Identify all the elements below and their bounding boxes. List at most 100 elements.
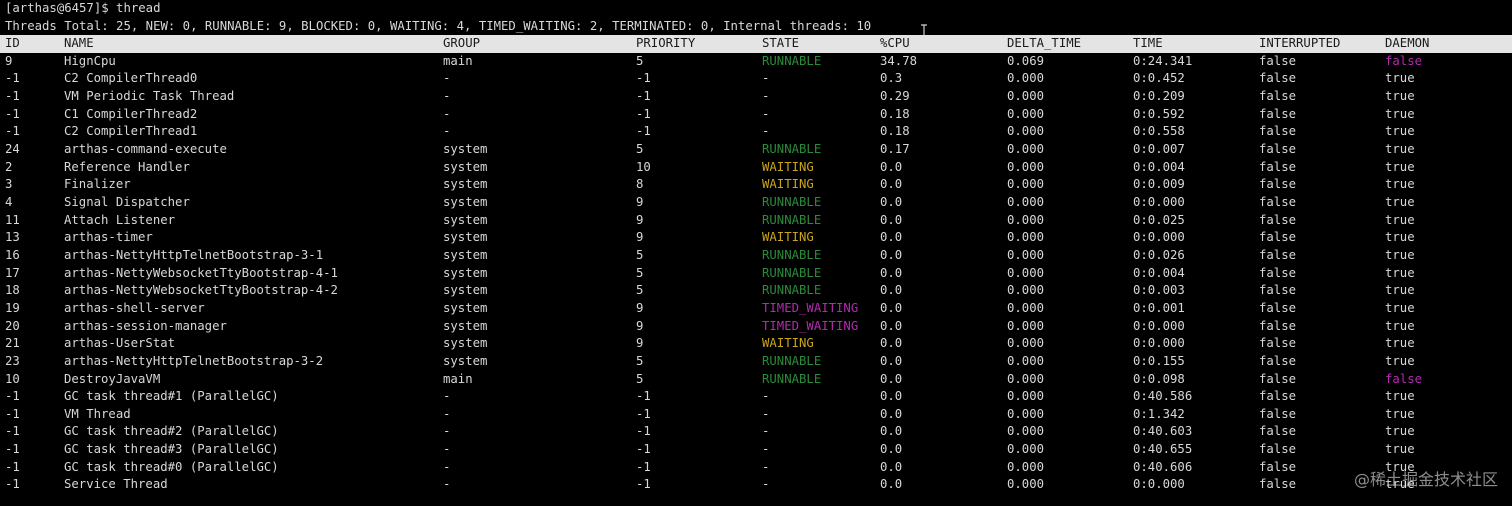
cell-daemon: true bbox=[1385, 389, 1415, 404]
cell-state: - bbox=[762, 389, 770, 404]
column-header-priority: PRIORITY bbox=[636, 36, 696, 51]
cell-delta-time: 0.000 bbox=[1007, 195, 1045, 209]
cell-state: RUNNABLE bbox=[762, 265, 822, 280]
cell-interrupted: false bbox=[1259, 318, 1297, 333]
cell-group: system bbox=[443, 265, 488, 280]
table-row: 20 arthas-session-manager system 9 TIMED_WAI… bbox=[0, 318, 1512, 336]
cell-cpu: 0.0 bbox=[880, 230, 903, 245]
cell-time: 0:0.000 bbox=[1133, 195, 1185, 209]
column-header-group: GROUP bbox=[443, 36, 481, 51]
cell-priority: -1 bbox=[636, 89, 651, 104]
cell-interrupted: false bbox=[1259, 212, 1297, 227]
cell-cpu: 0.0 bbox=[880, 424, 903, 439]
cell-cpu: 0.0 bbox=[880, 336, 903, 351]
cell-priority: 9 bbox=[636, 195, 644, 209]
cell-time: 0:0.558 bbox=[1133, 124, 1185, 139]
cell-cpu: 0.3 bbox=[880, 71, 903, 86]
cell-group: - bbox=[443, 459, 451, 474]
cell-time: 0:0.000 bbox=[1133, 477, 1185, 492]
cell-delta-time: 0.000 bbox=[1007, 212, 1045, 227]
cell-time: 0:0.007 bbox=[1133, 142, 1185, 157]
cell-cpu: 0.0 bbox=[880, 247, 903, 262]
cell-id: 21 bbox=[5, 336, 20, 351]
cell-state: - bbox=[762, 459, 770, 474]
cell-daemon: true bbox=[1385, 142, 1415, 157]
cell-priority: -1 bbox=[636, 124, 651, 139]
cell-time: 0:0.009 bbox=[1133, 177, 1185, 192]
column-header-name: NAME bbox=[64, 36, 94, 51]
cell-id: -1 bbox=[5, 406, 20, 421]
cell-daemon: true bbox=[1385, 124, 1415, 139]
cell-state: WAITING bbox=[762, 177, 814, 192]
cell-time: 0:40.606 bbox=[1133, 459, 1193, 474]
cell-id: 3 bbox=[5, 177, 13, 192]
cell-cpu: 0.0 bbox=[880, 371, 903, 386]
cell-id: 19 bbox=[5, 300, 20, 315]
cell-daemon: true bbox=[1385, 177, 1415, 192]
cell-group: - bbox=[443, 442, 451, 457]
cell-time: 0:40.655 bbox=[1133, 442, 1193, 457]
cell-group: system bbox=[443, 230, 488, 245]
table-row: 3 Finalizer system 8 WAITING 0.0 0.000 0:0.009 f… bbox=[0, 176, 1512, 194]
cell-interrupted: false bbox=[1259, 371, 1297, 386]
cell-daemon: true bbox=[1385, 106, 1415, 121]
cell-time: 0:0.004 bbox=[1133, 159, 1185, 174]
cell-delta-time: 0.000 bbox=[1007, 283, 1045, 298]
command-prompt: [arthas@6457]$ thread bbox=[5, 1, 161, 15]
cell-daemon: true bbox=[1385, 195, 1415, 209]
thread-summary: Threads Total: 25, NEW: 0, RUNNABLE: 9, … bbox=[5, 18, 872, 33]
cell-daemon: true bbox=[1385, 442, 1415, 457]
cell-group: system bbox=[443, 318, 488, 333]
cell-cpu: 0.0 bbox=[880, 459, 903, 474]
cell-delta-time: 0.000 bbox=[1007, 124, 1045, 139]
cell-time: 0:1.342 bbox=[1133, 406, 1185, 421]
cell-name: arthas-NettyWebsocketTtyBootstrap-4-2 bbox=[64, 283, 338, 298]
cell-cpu: 0.0 bbox=[880, 406, 903, 421]
cell-daemon: true bbox=[1385, 159, 1415, 174]
cell-group: system bbox=[443, 212, 488, 227]
cell-priority: 9 bbox=[636, 318, 644, 333]
cell-delta-time: 0.000 bbox=[1007, 459, 1045, 474]
table-row: 11 Attach Listener system 9 RUNNABLE 0.0 0.000… bbox=[0, 212, 1512, 230]
terminal-window[interactable]: [arthas@6457]$ thread Threads Total: 25,… bbox=[0, 0, 1512, 506]
cell-interrupted: false bbox=[1259, 195, 1297, 209]
cell-id: -1 bbox=[5, 442, 20, 457]
cell-group: - bbox=[443, 424, 451, 439]
cell-daemon: true bbox=[1385, 247, 1415, 262]
column-header-cpu: %CPU bbox=[880, 36, 910, 51]
cell-priority: 5 bbox=[636, 353, 644, 368]
column-header-delta-time: DELTA_TIME bbox=[1007, 36, 1082, 51]
table-row: -1 VM Thread - -1 - 0.0 0.000 0:1.342 false true bbox=[0, 406, 1512, 424]
cell-priority: 8 bbox=[636, 177, 644, 192]
cell-id: 24 bbox=[5, 142, 20, 157]
cell-group: - bbox=[443, 406, 451, 421]
cell-interrupted: false bbox=[1259, 265, 1297, 280]
cell-delta-time: 0.000 bbox=[1007, 265, 1045, 280]
cell-priority: -1 bbox=[636, 406, 651, 421]
cell-delta-time: 0.000 bbox=[1007, 71, 1045, 86]
cell-priority: -1 bbox=[636, 106, 651, 121]
cell-delta-time: 0.000 bbox=[1007, 159, 1045, 174]
cell-state: - bbox=[762, 89, 770, 104]
table-row: 24 arthas-command-execute system 5 RUNNABLE 0… bbox=[0, 141, 1512, 159]
cell-delta-time: 0.000 bbox=[1007, 353, 1045, 368]
table-row: -1 GC task thread#3 (ParallelGC) - -1 - 0.0 0.… bbox=[0, 441, 1512, 459]
cell-time: 0:0.025 bbox=[1133, 212, 1185, 227]
cell-id: -1 bbox=[5, 477, 20, 492]
cell-id: 2 bbox=[5, 159, 13, 174]
cell-interrupted: false bbox=[1259, 89, 1297, 104]
cell-cpu: 0.0 bbox=[880, 353, 903, 368]
cell-interrupted: false bbox=[1259, 442, 1297, 457]
cell-priority: 5 bbox=[636, 247, 644, 262]
table-row: 9 HignCpu main 5 RUNNABLE 34.78 0.069 0:24.341 f… bbox=[0, 53, 1512, 71]
cell-state: RUNNABLE bbox=[762, 53, 822, 68]
table-row: 13 arthas-timer system 9 WAITING 0.0 0.000 0:0.… bbox=[0, 229, 1512, 247]
cell-time: 0:0.000 bbox=[1133, 336, 1185, 351]
cell-state: RUNNABLE bbox=[762, 195, 822, 209]
cell-id: 23 bbox=[5, 353, 20, 368]
cell-group: system bbox=[443, 353, 488, 368]
column-header-interrupted: INTERRUPTED bbox=[1259, 36, 1341, 51]
cell-delta-time: 0.000 bbox=[1007, 300, 1045, 315]
cell-cpu: 0.18 bbox=[880, 124, 910, 139]
cell-cpu: 0.18 bbox=[880, 106, 910, 121]
